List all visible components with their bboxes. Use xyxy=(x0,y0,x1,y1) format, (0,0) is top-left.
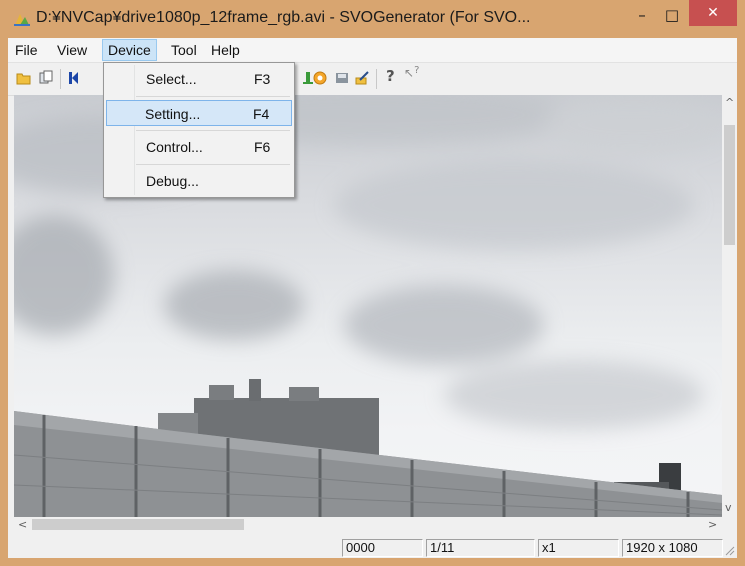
status-bar: 0000 1/11 x1 1920 x 1080 xyxy=(8,536,737,558)
device-menu-dropdown: Select... F3 Setting... F4 Control... F6… xyxy=(103,62,295,198)
maximize-icon: □ xyxy=(664,5,680,24)
menu-item-label: Setting... xyxy=(145,106,201,122)
close-icon: ✕ xyxy=(707,5,719,21)
menu-item-select[interactable]: Select... F3 xyxy=(106,66,292,92)
scroll-up-arrow-icon[interactable]: ^ xyxy=(725,95,734,110)
edit-icon[interactable] xyxy=(354,70,370,86)
horizontal-scrollbar[interactable]: < > xyxy=(14,517,722,532)
status-zoom: x1 xyxy=(538,539,619,557)
status-resolution: 1920 x 1080 xyxy=(622,539,723,557)
vertical-scroll-thumb[interactable] xyxy=(724,125,735,245)
gear-icon[interactable] xyxy=(312,70,328,86)
context-help-icon[interactable]: ↖? xyxy=(404,65,420,81)
menu-separator xyxy=(136,96,290,97)
app-icon xyxy=(14,14,30,26)
scroll-left-arrow-icon[interactable]: < xyxy=(18,517,27,532)
status-frame-code: 0000 xyxy=(342,539,423,557)
skip-back-icon[interactable] xyxy=(68,70,84,86)
menu-tool[interactable]: Tool xyxy=(166,40,202,60)
menu-item-control[interactable]: Control... F6 xyxy=(106,134,292,160)
open-folder-icon[interactable] xyxy=(16,70,32,86)
menu-separator xyxy=(136,130,290,131)
help-icon[interactable]: ? xyxy=(386,67,402,85)
minimize-icon: – xyxy=(638,5,646,24)
scroll-right-arrow-icon[interactable]: > xyxy=(708,517,717,532)
scroll-down-arrow-icon[interactable]: v xyxy=(725,500,732,515)
menu-view[interactable]: View xyxy=(52,40,92,60)
minimize-button[interactable]: – xyxy=(628,4,656,26)
disk-icon[interactable] xyxy=(334,70,350,86)
vertical-scrollbar[interactable]: ^ v xyxy=(722,95,737,517)
menu-item-label: Control... xyxy=(146,139,203,155)
menu-device[interactable]: Device xyxy=(102,39,157,61)
toolbar-separator xyxy=(60,69,61,89)
horizontal-scroll-thumb[interactable] xyxy=(32,519,244,530)
menu-item-label: Debug... xyxy=(146,173,199,189)
toolbar-separator xyxy=(376,69,377,89)
status-frame-index: 1/11 xyxy=(426,539,535,557)
menu-item-shortcut: F4 xyxy=(253,106,270,122)
title-bar[interactable]: D:¥NVCap¥drive1080p_12frame_rgb.avi - SV… xyxy=(0,0,745,38)
menu-item-setting[interactable]: Setting... F4 xyxy=(106,100,292,126)
resize-grip-icon[interactable] xyxy=(723,544,735,556)
close-button[interactable]: ✕ xyxy=(689,0,737,26)
menu-item-label: Select... xyxy=(146,71,197,87)
maximize-button[interactable]: □ xyxy=(658,4,686,26)
pointer-arrow-icon: ↖ xyxy=(404,66,415,80)
menu-item-debug[interactable]: Debug... xyxy=(106,168,292,194)
context-help-glyph: ? xyxy=(414,65,420,76)
menu-item-shortcut: F6 xyxy=(254,139,271,155)
menu-bar: File View Device Tool Help xyxy=(8,38,737,62)
menu-file[interactable]: File xyxy=(10,40,43,60)
window-title: D:¥NVCap¥drive1080p_12frame_rgb.avi - SV… xyxy=(36,9,531,26)
menu-item-shortcut: F3 xyxy=(254,71,271,87)
menu-help[interactable]: Help xyxy=(206,40,245,60)
copy-icon[interactable] xyxy=(38,70,54,86)
menu-separator xyxy=(136,164,290,165)
